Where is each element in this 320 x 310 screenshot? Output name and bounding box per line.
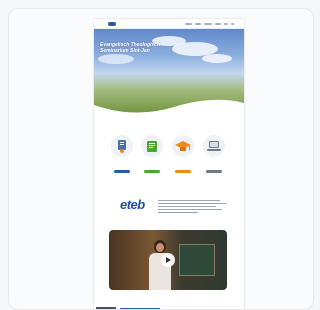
cloud-decoration [98,54,134,64]
nav-item[interactable] [204,22,212,25]
laptop-icon [203,135,225,157]
feature-row [94,135,244,175]
nav-item[interactable] [224,22,228,25]
website-preview[interactable]: Evangelisch Theologisch Seminarium Sint-… [94,19,244,309]
top-navigation [94,19,244,29]
feature-button[interactable] [144,170,160,173]
text-line [158,212,198,213]
feature-button[interactable] [206,170,222,173]
brand-description [158,200,228,215]
text-line [158,200,220,201]
text-line [158,203,226,204]
text-line [158,209,222,210]
search-icon[interactable] [231,22,234,25]
nav-menu [185,22,234,25]
hero-wave-divider [94,99,244,116]
play-icon[interactable] [161,253,175,267]
graduation-cap-icon [172,135,194,157]
next-section-preview [94,305,244,309]
text-line [158,206,216,207]
cloud-decoration [202,54,232,63]
certificate-icon [111,135,133,157]
book-icon [141,135,163,157]
feature-button[interactable] [114,170,130,173]
section-link[interactable] [120,308,160,309]
chalkboard-image [179,244,215,276]
nav-item[interactable] [185,22,192,25]
hero-title: Evangelisch Theologisch Seminarium Sint-… [100,42,161,54]
preview-card: Evangelisch Theologisch Seminarium Sint-… [8,8,314,310]
site-logo-icon[interactable] [108,21,116,26]
nav-item[interactable] [195,22,201,25]
brand-section: eteb [94,194,244,224]
video-player[interactable] [109,230,227,290]
nav-item[interactable] [215,22,221,25]
feature-button[interactable] [175,170,191,173]
eteb-logo: eteb [120,197,145,212]
hero-banner: Evangelisch Theologisch Seminarium Sint-… [94,28,244,116]
